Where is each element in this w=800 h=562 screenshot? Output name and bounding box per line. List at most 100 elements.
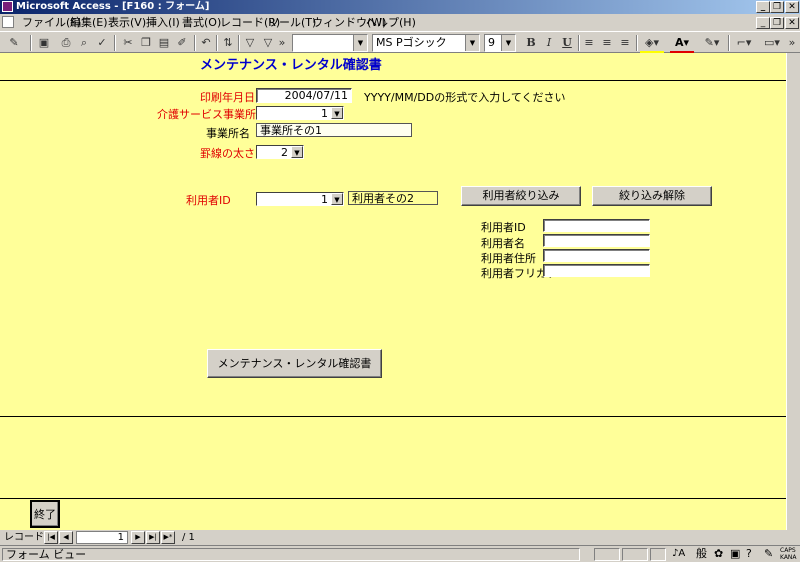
- chevron-down-icon[interactable]: ▼: [291, 146, 303, 158]
- print-date-label: 印刷年月日: [200, 91, 255, 104]
- doc-restore-button[interactable]: ❐: [770, 17, 784, 29]
- restore-button[interactable]: ❐: [770, 1, 784, 13]
- chevron-down-icon[interactable]: ▼: [331, 193, 343, 205]
- menu-tools[interactable]: ツール(T): [268, 14, 316, 31]
- font-color-icon[interactable]: A▾: [670, 35, 694, 54]
- status-panel: [650, 548, 666, 561]
- line-width-icon[interactable]: ⌐▾: [734, 35, 754, 51]
- toolbar-separator: [238, 35, 240, 51]
- exit-button[interactable]: 終了: [30, 500, 60, 528]
- filter-user-address-field[interactable]: [543, 249, 650, 262]
- vertical-scrollbar[interactable]: [786, 53, 800, 530]
- font-name-value: MS Pゴシック: [376, 36, 447, 49]
- filter-user-name-field[interactable]: [543, 234, 650, 247]
- user-id-select[interactable]: 1 ▼: [256, 192, 344, 206]
- italic-button[interactable]: I: [542, 35, 556, 51]
- kana-indicator: KANA: [780, 554, 797, 561]
- toolbar-more-icon[interactable]: »: [276, 35, 288, 51]
- bold-button[interactable]: B: [524, 35, 538, 51]
- filter-by-form-icon[interactable]: ▽: [260, 35, 276, 51]
- align-right-icon[interactable]: ≡: [618, 35, 632, 51]
- chevron-down-icon[interactable]: ▼: [501, 35, 515, 51]
- line-width-select-value: 2: [281, 146, 288, 159]
- menu-format[interactable]: 書式(O): [182, 14, 221, 31]
- record-total: / 1: [182, 532, 195, 543]
- align-left-icon[interactable]: ≡: [582, 35, 596, 51]
- font-size-select[interactable]: 9 ▼: [484, 34, 516, 52]
- underline-button[interactable]: U: [560, 35, 574, 51]
- align-center-icon[interactable]: ≡: [600, 35, 614, 51]
- view-icon[interactable]: ✎: [4, 35, 24, 51]
- menu-view[interactable]: 表示(V): [108, 14, 146, 31]
- line-width-select[interactable]: 2 ▼: [256, 145, 304, 159]
- new-record-button[interactable]: ▶*: [161, 531, 175, 544]
- menu-edit[interactable]: 編集(E): [70, 14, 108, 31]
- ime-help-icon[interactable]: ?: [746, 546, 752, 562]
- ime-mode-icon[interactable]: ♪A: [672, 546, 685, 562]
- record-label: レコード:: [4, 532, 48, 543]
- object-select[interactable]: ▼: [292, 34, 368, 52]
- line-color-icon[interactable]: ✎▾: [700, 35, 724, 51]
- toolbar-separator: [578, 35, 580, 51]
- close-button[interactable]: ✕: [785, 1, 799, 13]
- office-name-field[interactable]: 事業所その1: [256, 123, 412, 137]
- form-icon[interactable]: [2, 16, 14, 28]
- special-effect-icon[interactable]: ▭▾: [760, 35, 784, 51]
- office-label: 介護サービス事業所: [157, 108, 256, 121]
- cut-icon[interactable]: ✂: [120, 35, 136, 51]
- record-number-field[interactable]: 1: [76, 531, 128, 544]
- filter-users-button[interactable]: 利用者絞り込み: [461, 186, 581, 206]
- save-icon[interactable]: ▣: [36, 35, 52, 51]
- toolbar-separator: [216, 35, 218, 51]
- toolbar-more-icon[interactable]: »: [786, 35, 798, 51]
- print-preview-icon[interactable]: ⌕: [76, 35, 92, 51]
- filter-user-name-label: 利用者名: [481, 237, 525, 250]
- toolbar-separator: [728, 35, 730, 51]
- font-name-select[interactable]: MS Pゴシック ▼: [372, 34, 480, 52]
- status-bar: フォーム ビュー ♪A 般 ✿ ▣ ? ✎ CAPS KANA: [0, 545, 800, 562]
- ime-settings-icon[interactable]: ✎: [764, 546, 773, 562]
- toolbar-separator: [30, 35, 32, 51]
- fill-color-icon[interactable]: ◈▾: [640, 35, 664, 54]
- chevron-down-icon[interactable]: ▼: [331, 107, 343, 119]
- doc-minimize-button[interactable]: _: [756, 17, 770, 29]
- chevron-down-icon[interactable]: ▼: [353, 35, 367, 51]
- minimize-button[interactable]: _: [756, 1, 770, 13]
- undo-icon[interactable]: ↶: [198, 35, 214, 51]
- window-title: Microsoft Access - [F160 : フォーム]: [16, 1, 210, 12]
- user-id-label: 利用者ID: [186, 194, 231, 207]
- last-record-button[interactable]: ▶|: [146, 531, 160, 544]
- ime-pad-icon[interactable]: ▣: [730, 546, 740, 562]
- toolbar-separator: [114, 35, 116, 51]
- title-bar: Microsoft Access - [F160 : フォーム] _ ❐ ✕: [0, 0, 800, 14]
- paste-icon[interactable]: ▤: [156, 35, 172, 51]
- footer-bottom-line: [0, 498, 786, 499]
- print-date-field[interactable]: 2004/07/11: [256, 88, 352, 103]
- filter-user-kana-field[interactable]: [543, 264, 650, 277]
- menu-insert[interactable]: 挿入(I): [146, 14, 180, 31]
- toolbar-separator: [194, 35, 196, 51]
- next-record-button[interactable]: ▶: [131, 531, 145, 544]
- office-select[interactable]: 1 ▼: [256, 106, 344, 120]
- form-title: メンテナンス・レンタル確認書: [200, 58, 382, 73]
- chevron-down-icon[interactable]: ▼: [465, 35, 479, 51]
- menu-help[interactable]: ヘルプ(H): [366, 14, 416, 31]
- sort-icon[interactable]: ⇅: [220, 35, 236, 51]
- rental-report-button[interactable]: メンテナンス・レンタル確認書: [207, 349, 382, 378]
- spelling-icon[interactable]: ✓: [94, 35, 110, 51]
- filter-user-id-field[interactable]: [543, 219, 650, 232]
- doc-close-button[interactable]: ✕: [785, 17, 799, 29]
- ime-general-indicator[interactable]: 般: [696, 546, 707, 562]
- access-app-icon[interactable]: [2, 1, 13, 12]
- office-name-label: 事業所名: [206, 127, 250, 140]
- filter-by-selection-icon[interactable]: ▽: [242, 35, 258, 51]
- first-record-button[interactable]: |◀: [44, 531, 58, 544]
- status-panel: [594, 548, 620, 561]
- format-painter-icon[interactable]: ✐: [174, 35, 190, 51]
- clear-filter-button[interactable]: 絞り込み解除: [592, 186, 712, 206]
- copy-icon[interactable]: ❐: [138, 35, 154, 51]
- ime-tool-icon[interactable]: ✿: [714, 546, 723, 562]
- print-icon[interactable]: ⎙: [58, 35, 74, 51]
- prev-record-button[interactable]: ◀: [59, 531, 73, 544]
- user-name-field[interactable]: 利用者その2: [348, 191, 438, 205]
